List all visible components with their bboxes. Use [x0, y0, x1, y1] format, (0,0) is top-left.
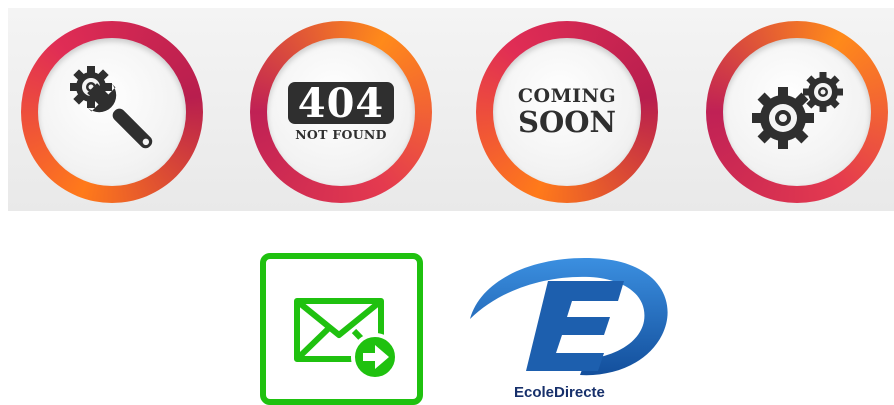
- soon-label: SOON: [518, 105, 616, 139]
- send-mail-button[interactable]: [260, 253, 423, 405]
- maintenance-badge-face: [38, 38, 186, 186]
- error-code: 404: [287, 82, 395, 124]
- coming-label: COMING: [517, 85, 617, 107]
- gears-icon: [752, 72, 843, 149]
- settings-badge: [706, 21, 888, 203]
- settings-badge-face: [723, 38, 871, 186]
- ecole-directe-wordmark: EcoleDirecte: [514, 384, 605, 401]
- mail-send-icon: [294, 298, 399, 381]
- not-found-badge: 404 NOT FOUND: [250, 21, 432, 203]
- ecole-directe-logo[interactable]: [464, 245, 678, 405]
- maintenance-badge: [21, 21, 203, 203]
- not-found-badge-face: 404 NOT FOUND: [267, 38, 415, 186]
- error-caption: NOT FOUND: [295, 127, 387, 142]
- coming-soon-badge-face: COMING SOON: [493, 38, 641, 186]
- coming-soon-badge: COMING SOON: [476, 21, 658, 203]
- wrench-gear-icon: [70, 66, 153, 149]
